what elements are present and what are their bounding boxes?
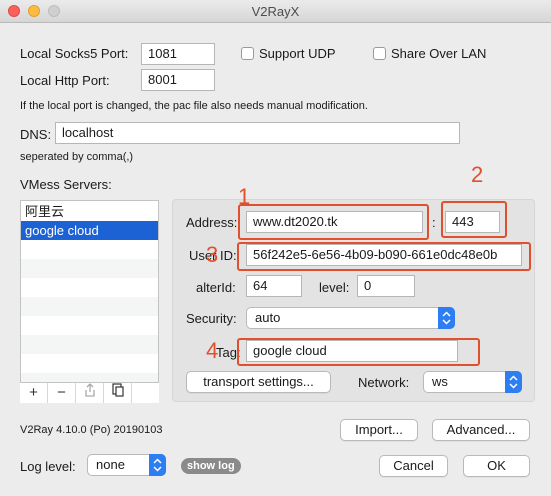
support-udp-label: Support UDP [259,46,336,61]
security-label: Security: [186,311,237,326]
ok-button[interactable]: OK [463,455,530,477]
alter-id-field[interactable]: 64 [246,275,302,297]
security-value: auto [255,310,281,325]
server-list-toolbar: + − [20,382,159,403]
version-text: V2Ray 4.10.0 (Po) 20190103 [20,424,163,436]
support-udp-checkbox[interactable] [241,47,254,60]
server-list[interactable]: 阿里云 google cloud [20,200,159,402]
dns-field[interactable]: localhost [55,122,460,144]
remove-server-button[interactable]: − [48,383,76,403]
share-over-lan-checkbox[interactable] [373,47,386,60]
cancel-button[interactable]: Cancel [379,455,448,477]
share-over-lan-label: Share Over LAN [391,46,487,61]
port-change-note: If the local port is changed, the pac fi… [20,100,368,112]
annotation-number-2: 2 [471,162,484,187]
address-label: Address: [186,215,238,230]
import-button[interactable]: Import... [340,419,418,441]
annotation-number-3: 3 [206,242,219,267]
highlight-box-address [238,204,429,240]
level-label: level: [319,280,350,295]
popup-arrows-icon [149,454,166,476]
socks5-port-label: Local Socks5 Port: [20,46,129,61]
popup-arrows-icon [438,307,455,329]
dns-note: seperated by comma(,) [20,151,134,163]
transport-settings-button[interactable]: transport settings... [186,371,331,393]
popup-arrows-icon [505,371,522,393]
list-stripe [21,259,158,278]
log-level-value: none [96,457,125,472]
duplicate-server-icon[interactable] [104,383,132,403]
list-stripe [21,297,158,316]
share-server-icon[interactable] [76,383,104,403]
alter-id-label: alterId: [196,280,236,295]
list-stripe [21,335,158,354]
annotation-number-4: 4 [206,338,219,363]
level-field[interactable]: 0 [357,275,415,297]
server-list-item-selected[interactable]: google cloud [21,221,158,240]
highlight-box-port [441,201,507,238]
vmess-servers-label: VMess Servers: [20,177,112,192]
log-level-popup[interactable]: none [87,454,166,476]
network-popup[interactable]: ws [423,371,522,393]
add-server-button[interactable]: + [20,383,48,403]
http-port-label: Local Http Port: [20,73,110,88]
highlight-box-user-id [237,242,531,271]
highlight-box-tag [237,338,480,366]
socks5-port-field[interactable]: 1081 [141,43,215,65]
annotation-number-1: 1 [238,184,251,209]
security-popup[interactable]: auto [246,307,455,329]
dns-label: DNS: [20,127,52,142]
window-title: V2RayX [251,4,300,19]
advanced-button[interactable]: Advanced... [432,419,530,441]
network-value: ws [432,374,448,389]
network-label: Network: [358,375,410,390]
server-list-item[interactable]: 阿里云 [21,202,158,221]
http-port-field[interactable]: 8001 [141,69,215,91]
port-separator: : [432,215,436,230]
show-log-button[interactable]: show log [181,458,241,474]
log-level-label: Log level: [20,459,76,474]
